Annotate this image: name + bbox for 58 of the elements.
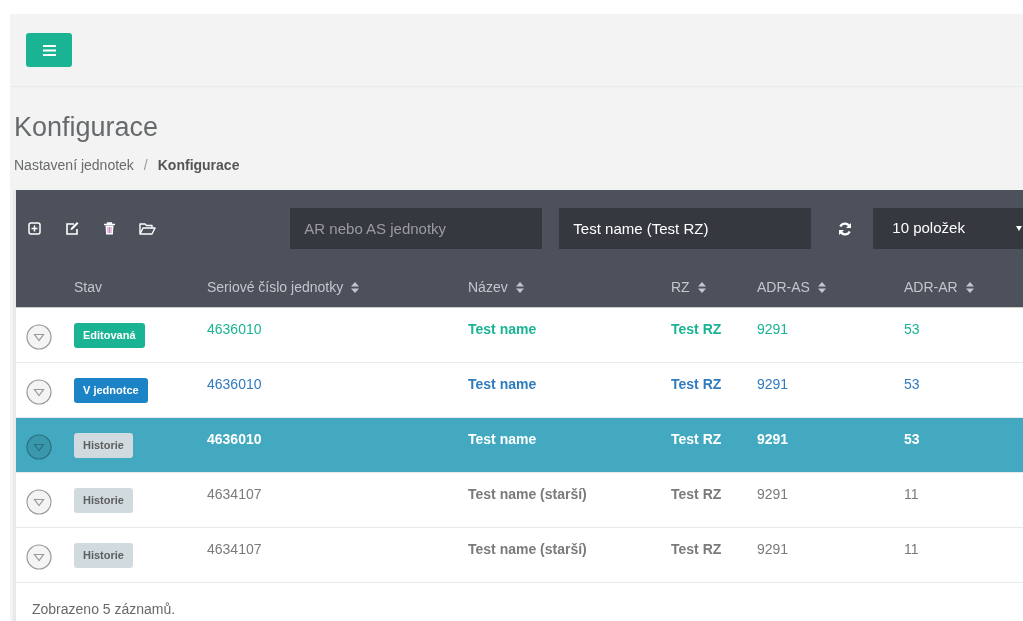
breadcrumb-current: Konfigurace: [157, 156, 240, 175]
edit-icon[interactable]: [65, 222, 80, 235]
table-cell: Test RZ: [671, 485, 722, 502]
column-header[interactable]: Název: [468, 276, 524, 298]
page-size-dropdown[interactable]: 10 položek: [873, 208, 1023, 249]
filter-field[interactable]: Test name (Test RZ): [559, 208, 812, 249]
table-cell: 4636010: [207, 320, 262, 337]
table-cell: 4634107: [207, 540, 262, 557]
table-cell: 9291: [757, 430, 789, 447]
table-cell: Test RZ: [671, 320, 722, 337]
column-header[interactable]: Seriové číslo jednotky: [207, 276, 360, 298]
table-cell: Test name (starší): [468, 485, 587, 502]
filter-field[interactable]: AR nebo AS jednotky: [290, 208, 543, 249]
table-cell: Test RZ: [671, 540, 722, 557]
table-cell: 4634107: [207, 485, 262, 502]
column-header[interactable]: ADR-AR: [904, 276, 974, 298]
expand-toggle-icon[interactable]: [26, 488, 52, 515]
column-header: Stav: [74, 277, 102, 297]
add-icon[interactable]: [28, 222, 41, 235]
refresh-icon[interactable]: [838, 221, 853, 236]
breadcrumb-separator: /: [143, 156, 148, 175]
column-header[interactable]: RZ: [671, 276, 706, 298]
table-cell: 9291: [757, 540, 789, 557]
record-count: Zobrazeno 5 záznamů.: [32, 600, 176, 619]
trash-icon[interactable]: [104, 222, 115, 235]
table-row[interactable]: Historie 4636010 Test name Test RZ 9291 53: [16, 418, 1023, 473]
table-cell: 11: [904, 540, 919, 557]
page-title: Konfigurace: [14, 111, 159, 143]
breadcrumb-link[interactable]: Nastavení jednotek: [14, 155, 134, 176]
column-header[interactable]: ADR-AS: [757, 276, 826, 298]
table-cell: Test name: [468, 430, 537, 447]
status-badge: Historie: [74, 488, 133, 513]
table-cell: Test name: [468, 375, 537, 392]
table-cell: Test name (starší): [468, 540, 587, 557]
status-badge: Historie: [74, 433, 133, 458]
table-cell: Test RZ: [671, 430, 722, 447]
table-cell: Test RZ: [671, 375, 722, 392]
expand-toggle-icon[interactable]: [26, 433, 52, 460]
status-badge: V jednotce: [74, 378, 148, 403]
menu-icon: [42, 44, 56, 56]
status-badge: Editovaná: [74, 323, 145, 348]
table-cell: 53: [904, 320, 920, 337]
table-cell: 11: [904, 485, 919, 502]
folder-icon[interactable]: [139, 222, 156, 235]
caret-icon: [1016, 226, 1022, 231]
table-cell: 9291: [757, 485, 789, 502]
status-badge: Historie: [74, 543, 133, 568]
expand-toggle-icon[interactable]: [26, 378, 52, 405]
table-cell: Test name: [468, 320, 537, 337]
table-cell: 53: [904, 375, 920, 392]
table-cell: 4636010: [207, 430, 262, 447]
menu-button[interactable]: [26, 33, 72, 67]
table-cell: 4636010: [207, 375, 262, 392]
expand-toggle-icon[interactable]: [26, 323, 52, 350]
expand-toggle-icon[interactable]: [26, 543, 52, 570]
table-cell: 53: [904, 430, 920, 447]
table-cell: 9291: [757, 320, 789, 337]
table-cell: 9291: [757, 375, 789, 392]
